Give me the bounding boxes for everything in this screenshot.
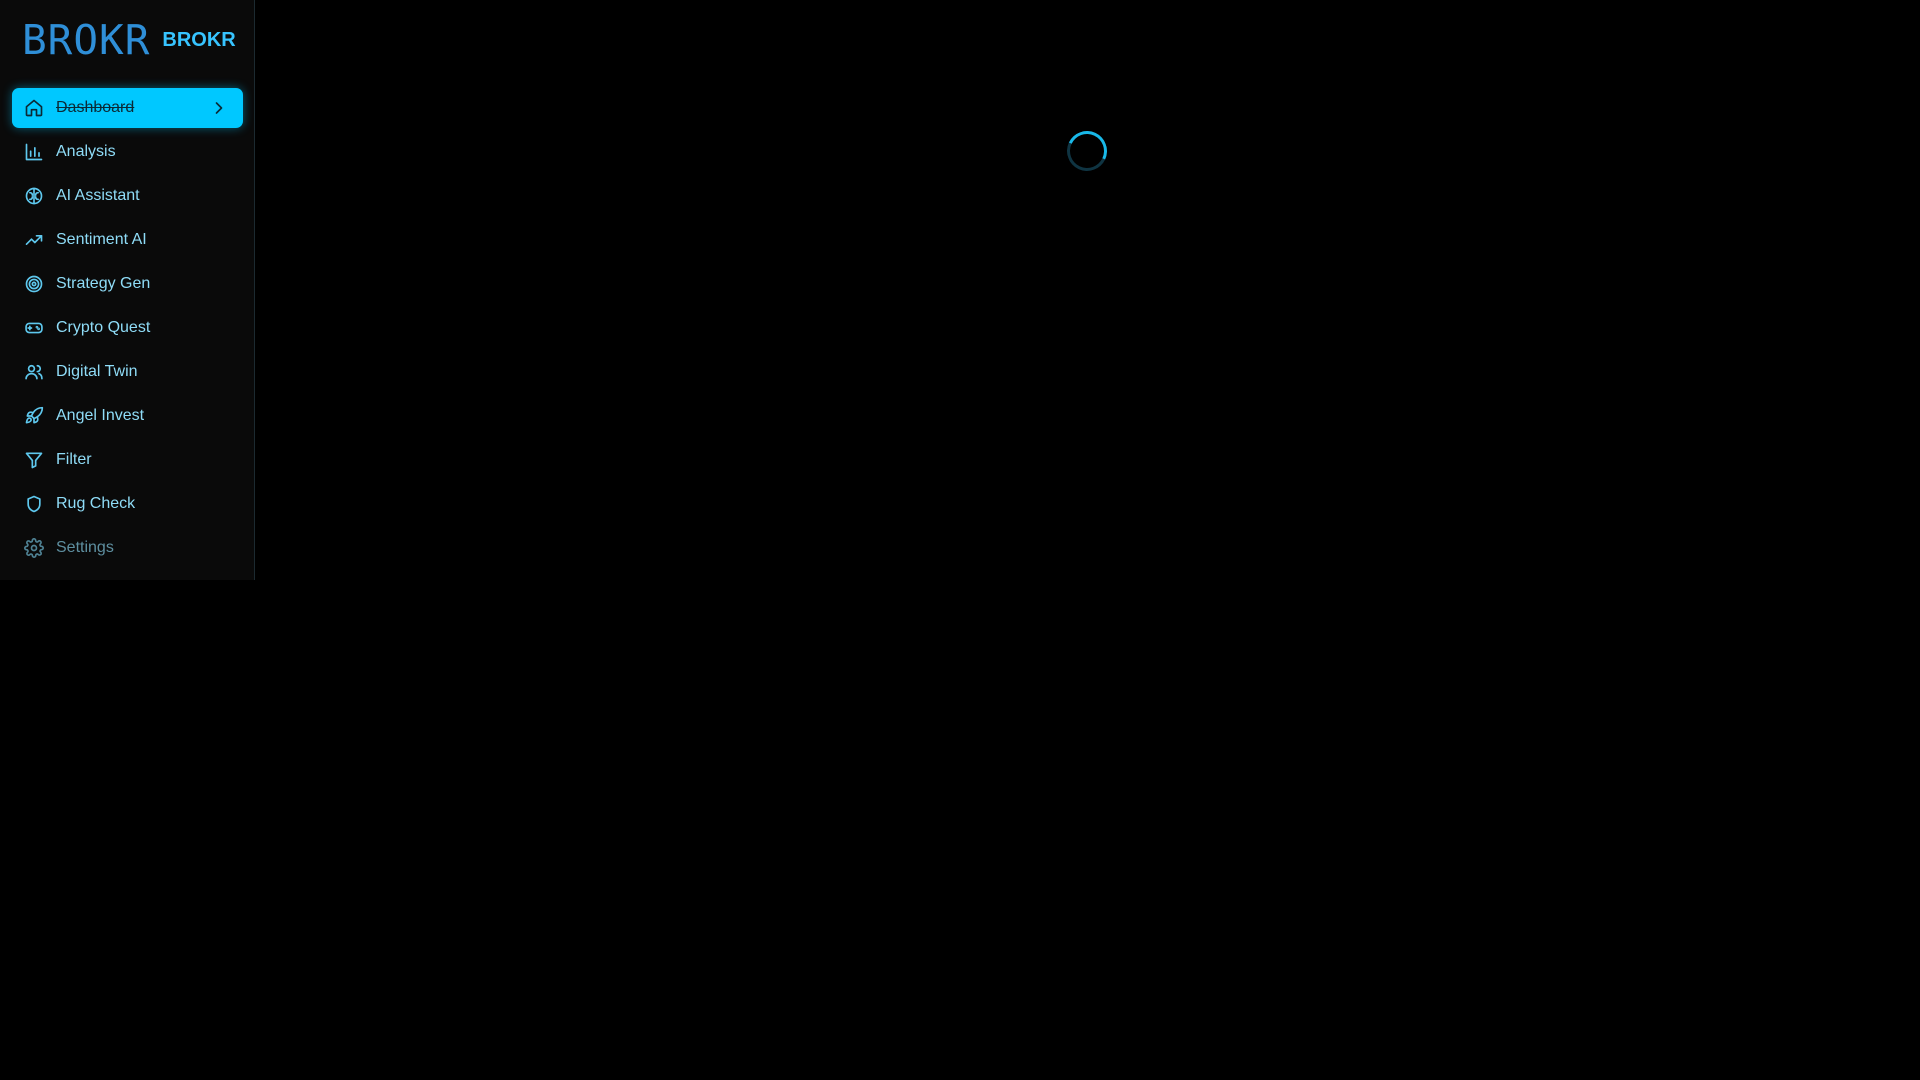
logo-mark: BROKR	[22, 16, 151, 64]
sidebar-item-digital-twin[interactable]: Digital Twin	[12, 352, 243, 392]
loading-spinner	[1061, 125, 1113, 177]
brand-logo[interactable]: BROKR BROKR	[22, 18, 236, 62]
rocket-icon	[24, 406, 44, 426]
home-icon	[24, 98, 44, 118]
chevron-right-icon	[209, 98, 229, 118]
sidebar-item-label: Sentiment AI	[56, 231, 147, 248]
bar-chart-icon	[24, 142, 44, 162]
sidebar-item-ai-assistant[interactable]: AI Assistant	[12, 176, 243, 216]
sidebar-item-label: Settings	[56, 539, 114, 556]
brain-icon	[24, 186, 44, 206]
shield-icon	[24, 494, 44, 514]
sidebar-item-sentiment-ai[interactable]: Sentiment AI	[12, 220, 243, 260]
sidebar-item-filter[interactable]: Filter	[12, 440, 243, 480]
trending-up-icon	[24, 230, 44, 250]
sidebar: BROKR BROKR Dashboard Analysis AI Assist…	[0, 0, 255, 580]
sidebar-item-label: Strategy Gen	[56, 275, 151, 292]
sidebar-item-angel-invest[interactable]: Angel Invest	[12, 396, 243, 436]
sidebar-item-label: Angel Invest	[56, 407, 145, 424]
sidebar-item-analysis[interactable]: Analysis	[12, 132, 243, 172]
sidebar-item-crypto-quest[interactable]: Crypto Quest	[12, 308, 243, 348]
sidebar-item-label: Filter	[56, 451, 92, 468]
sidebar-item-label: Digital Twin	[56, 363, 138, 380]
sidebar-item-label: AI Assistant	[56, 187, 140, 204]
target-icon	[24, 274, 44, 294]
filter-icon	[24, 450, 44, 470]
users-icon	[24, 362, 44, 382]
sidebar-item-label: Crypto Quest	[56, 319, 151, 336]
sidebar-item-label: Dashboard	[56, 99, 135, 116]
sidebar-item-rug-check[interactable]: Rug Check	[12, 484, 243, 524]
brand-name: BROKR	[162, 29, 236, 51]
gear-icon	[24, 538, 44, 558]
sidebar-item-label: Rug Check	[56, 495, 136, 512]
sidebar-item-strategy-gen[interactable]: Strategy Gen	[12, 264, 243, 304]
sidebar-item-label: Analysis	[56, 143, 116, 160]
sidebar-nav: Dashboard Analysis AI Assistant Sentimen…	[12, 88, 243, 572]
sidebar-item-dashboard[interactable]: Dashboard	[12, 88, 243, 128]
gamepad-icon	[24, 318, 44, 338]
sidebar-item-settings[interactable]: Settings	[12, 528, 243, 568]
